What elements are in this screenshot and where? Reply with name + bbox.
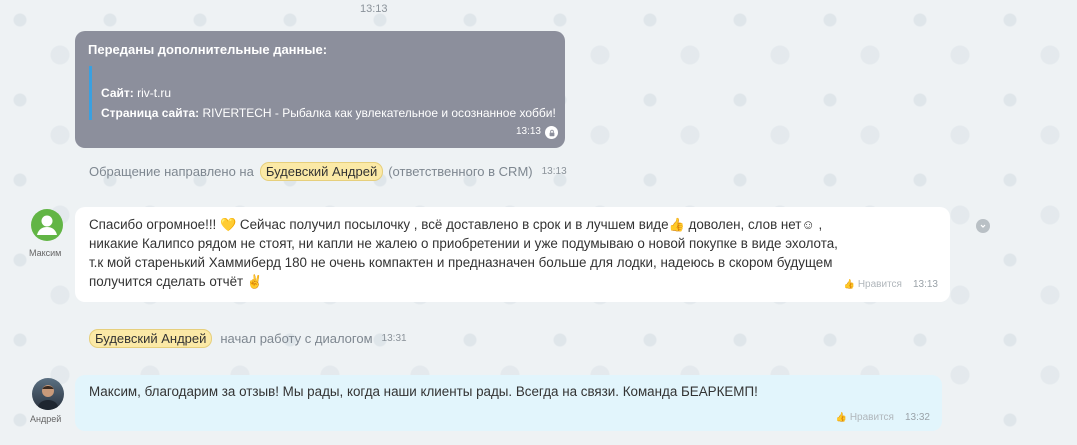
system-message-title: Переданы дополнительные данные: bbox=[88, 42, 328, 57]
author-name: Максим bbox=[29, 248, 62, 258]
message-text: Максим, благодарим за отзыв! Мы рады, ко… bbox=[89, 384, 758, 399]
timestamp: 13:13 bbox=[360, 3, 388, 15]
like-icon[interactable]: 👍 bbox=[844, 275, 855, 294]
like-button[interactable]: Нравится bbox=[850, 412, 894, 423]
site-label: Сайт: bbox=[101, 86, 134, 100]
site-value[interactable]: riv-t.ru bbox=[137, 86, 171, 100]
avatar[interactable] bbox=[32, 378, 64, 410]
person-chip[interactable]: Будевский Андрей bbox=[259, 162, 384, 181]
thumbs-up-emoji-icon: 👍 bbox=[668, 217, 685, 232]
message-meta: 👍 Нравится 13:32 bbox=[836, 412, 930, 423]
chevron-down-icon bbox=[980, 224, 986, 228]
incoming-message: Спасибо огромное!!! 💛 Сейчас получил пос… bbox=[75, 207, 950, 302]
page-line: Страница сайта: RIVERTECH - Рыбалка как … bbox=[101, 106, 556, 120]
message-text: Спасибо огромное!!! bbox=[89, 217, 217, 232]
lock-icon bbox=[545, 126, 558, 139]
page-value: RIVERTECH - Рыбалка как увлекательное и … bbox=[202, 106, 556, 120]
quote-bar bbox=[89, 66, 92, 120]
site-line: Сайт: riv-t.ru bbox=[101, 86, 171, 100]
heart-emoji-icon: 💛 bbox=[220, 217, 237, 232]
notice-time: 13:31 bbox=[381, 333, 407, 344]
message-time: 13:13 bbox=[912, 279, 938, 290]
page-label: Страница сайта: bbox=[101, 106, 200, 120]
notice-suffix: (ответственного в CRM) bbox=[388, 164, 533, 179]
notice-text: начал работу с диалогом bbox=[220, 331, 373, 346]
message-time: 13:32 bbox=[904, 412, 930, 423]
smile-emoji-icon: ☺ bbox=[801, 217, 815, 232]
outgoing-message: Максим, благодарим за отзыв! Мы рады, ко… bbox=[75, 375, 942, 431]
notice-prefix: Обращение направлено на bbox=[89, 164, 254, 179]
avatar[interactable] bbox=[31, 209, 63, 241]
user-icon bbox=[37, 215, 57, 235]
message-text: Сейчас получил посылочку , всё доставлен… bbox=[239, 217, 669, 232]
person-chip[interactable]: Будевский Андрей bbox=[89, 329, 213, 348]
message-meta: 👍 Нравится 13:13 bbox=[844, 275, 938, 294]
notice-time: 13:13 bbox=[541, 166, 567, 177]
dialog-start-notice: Будевский Андрей начал работу с диалогом… bbox=[89, 329, 407, 348]
message-time: 13:13 bbox=[515, 126, 541, 137]
system-message: Переданы дополнительные данные: Сайт: ri… bbox=[75, 31, 565, 148]
like-icon[interactable]: 👍 bbox=[836, 412, 847, 423]
message-text: никакие Калипсо рядом не стоят, ни капли… bbox=[89, 236, 838, 251]
message-menu-button[interactable] bbox=[976, 219, 990, 233]
message-text: , bbox=[818, 217, 823, 232]
like-button[interactable]: Нравится bbox=[858, 275, 902, 294]
message-text: т.к мой старенький Хаммиберд 180 не очен… bbox=[89, 255, 833, 270]
message-text: доволен, слов нет bbox=[688, 217, 802, 232]
user-photo-icon bbox=[37, 385, 59, 410]
victory-hand-emoji-icon: ✌ bbox=[246, 274, 264, 289]
crm-assignment-notice: Обращение направлено на Будевский Андрей… bbox=[89, 162, 567, 181]
message-text: получится сделать отчёт bbox=[89, 274, 244, 289]
author-name: Андрей bbox=[30, 414, 62, 424]
